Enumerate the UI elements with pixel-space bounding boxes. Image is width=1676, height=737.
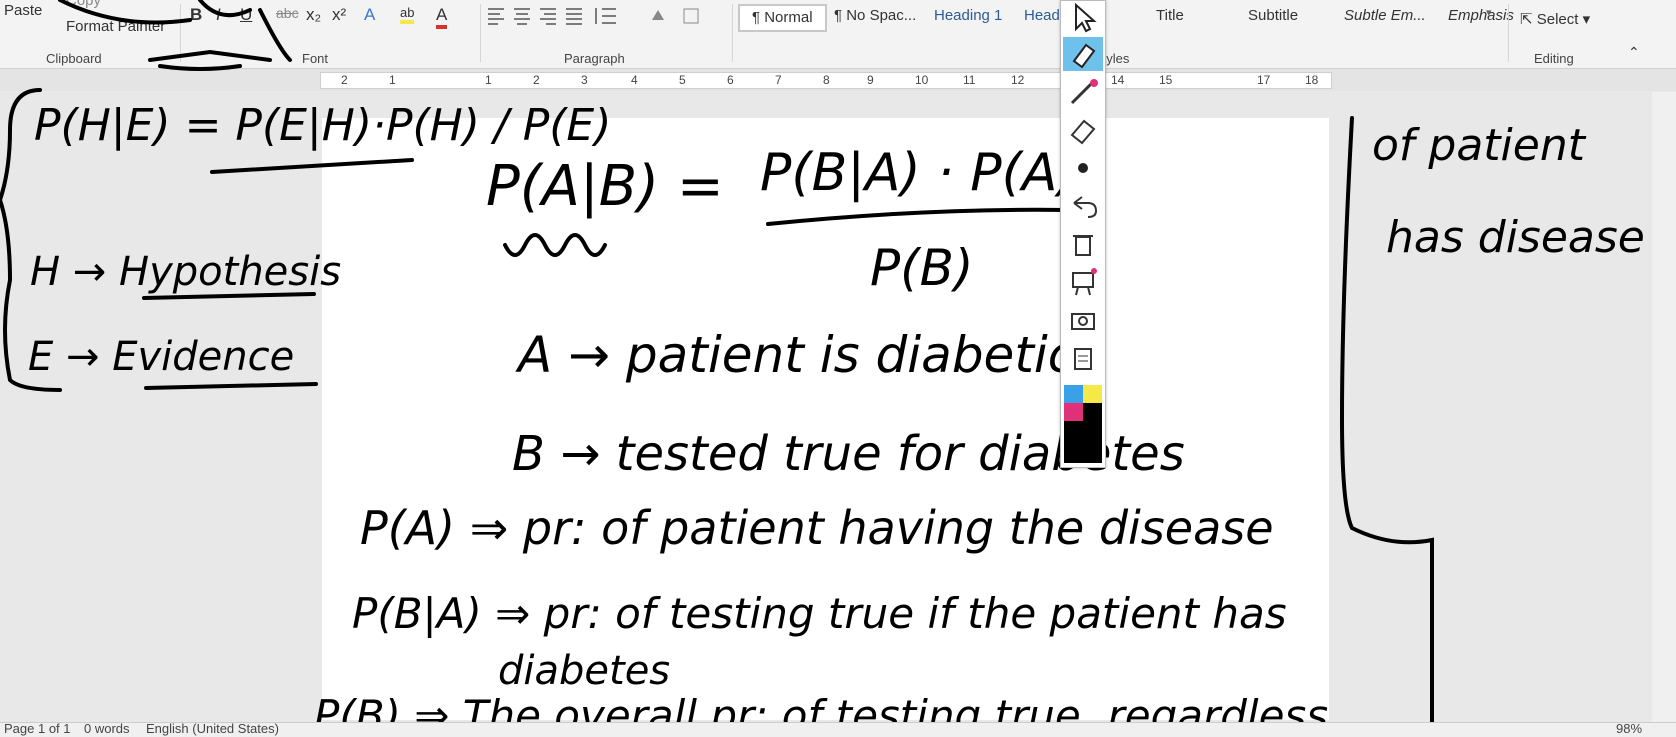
camera-icon[interactable] [1063, 303, 1103, 337]
ink-pba-continuation: diabetes [498, 648, 670, 694]
ink-annotation-layer: P(H|E) = P(E|H)·P(H) / P(E) H → Hypothes… [0, 0, 1645, 736]
ink-main-eq-denominator: P(B) [870, 239, 973, 297]
zoom-level[interactable]: 98% [1616, 721, 1642, 736]
eraser-icon[interactable] [1063, 113, 1103, 147]
ink-main-eq-numerator: P(B|A) · P(A) [760, 143, 1078, 203]
ink-right-note-2: has disease [1386, 212, 1645, 263]
ink-evidence-underline [144, 382, 318, 390]
status-bar: Page 1 of 1 0 words English (United Stat… [0, 721, 1676, 737]
ink-top-scribbles [58, 0, 292, 71]
current-color-preview [1064, 421, 1102, 463]
pen-icon[interactable] [1063, 75, 1103, 109]
clipboard-icon[interactable] [1063, 341, 1103, 375]
ink-hypothesis-line: H → Hypothesis [30, 249, 341, 295]
ink-main-fraction-line [766, 207, 1070, 226]
highlighter-pen-icon[interactable] [1063, 37, 1103, 71]
undo-icon[interactable] [1063, 189, 1103, 223]
dot-size-icon[interactable] [1063, 151, 1103, 185]
ink-pba-definition: P(B|A) ⇒ pr: of testing true if the pati… [352, 589, 1287, 638]
page-count[interactable]: Page 1 of 1 [4, 721, 71, 736]
word-count[interactable]: 0 words [84, 721, 130, 736]
language-indicator[interactable]: English (United States) [146, 721, 279, 736]
color-swatch-black[interactable] [1083, 403, 1102, 421]
color-swatch-yellow[interactable] [1083, 385, 1102, 403]
ink-a-definition: A → patient is diabetic [515, 326, 1075, 384]
ink-pa-definition: P(A) ⇒ pr: of patient having the disease [360, 501, 1274, 555]
color-swatch-pink[interactable] [1064, 403, 1083, 421]
pointer-cursor-icon[interactable] [1063, 1, 1103, 35]
ink-sidebar-fraction-line [210, 158, 414, 174]
ink-right-note-1: of patient [1372, 120, 1587, 171]
ink-right-bracket [1339, 116, 1434, 732]
ink-main-eq-lhs: P(A|B) = [486, 154, 724, 219]
whiteboard-icon[interactable] [1063, 265, 1103, 299]
pen-toolbar [1060, 0, 1106, 468]
ink-evidence-line: E → Evidence [28, 334, 294, 380]
color-palette[interactable] [1064, 385, 1102, 463]
color-swatch-blue[interactable] [1064, 385, 1083, 403]
trash-icon[interactable] [1063, 227, 1103, 261]
ink-bayes-sidebar: P(H|E) = P(E|H)·P(H) / P(E) [34, 100, 611, 151]
ink-underline-squiggle [503, 233, 607, 257]
